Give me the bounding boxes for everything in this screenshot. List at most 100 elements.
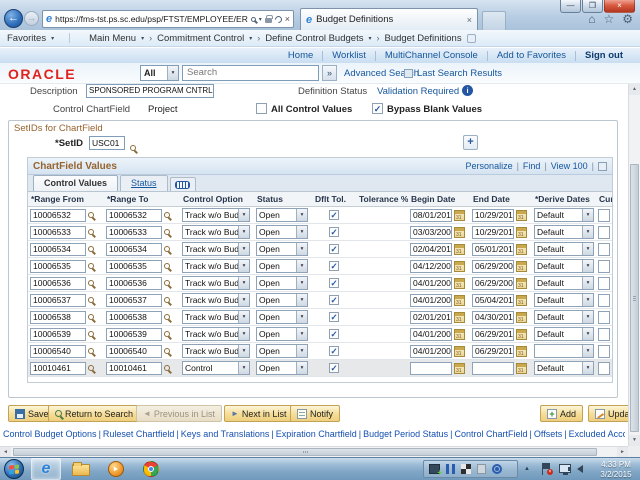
next-in-list-button[interactable]: ► Next in List (224, 405, 293, 422)
calendar-icon[interactable] (454, 329, 465, 340)
status-select[interactable]: Open▾ (256, 259, 308, 273)
status-select[interactable]: Open▾ (256, 327, 308, 341)
calendar-icon[interactable] (454, 295, 465, 306)
refresh-icon[interactable] (273, 14, 283, 24)
vertical-scroll-thumb[interactable] (630, 164, 639, 432)
calendar-icon[interactable] (516, 312, 527, 323)
chevron-down-icon[interactable]: ▾ (259, 16, 262, 23)
derive-dates-select[interactable]: Default▾ (534, 225, 594, 239)
range-to-input[interactable]: 10006540 (106, 345, 162, 358)
tab-control-values[interactable]: Control Values (33, 175, 118, 191)
breadcrumb-main-menu[interactable]: Main Menu (89, 33, 136, 44)
derive-dates-select[interactable]: Default▾ (534, 293, 594, 307)
derive-dates-select[interactable]: Default▾ (534, 242, 594, 256)
calendar-icon[interactable] (454, 210, 465, 221)
browser-tab[interactable]: e Budget Definitions × (300, 8, 478, 30)
back-button[interactable]: ← (4, 9, 23, 28)
last-search-results-link[interactable]: Last Search Results (417, 68, 502, 79)
cumulative-input[interactable] (598, 345, 610, 358)
scroll-down-icon[interactable]: ▼ (629, 435, 640, 446)
range-from-input[interactable]: 10006533 (30, 226, 86, 239)
download-grid-icon[interactable] (598, 162, 607, 171)
begin-date-input[interactable]: 04/12/2006 (410, 260, 452, 273)
start-button[interactable] (4, 459, 24, 479)
lookup-icon[interactable] (88, 280, 94, 286)
chevron-down-icon[interactable]: ▾ (582, 294, 593, 306)
setid-input[interactable]: USC01 (89, 136, 125, 150)
dflt-tol-checkbox[interactable]: ✓ (329, 227, 339, 237)
bypass-blank-values-checkbox[interactable]: ✓ (372, 103, 383, 114)
calendar-icon[interactable] (454, 227, 465, 238)
update-display-button[interactable]: Update/Disp (588, 405, 628, 422)
chevron-down-icon[interactable]: ▾ (296, 345, 307, 357)
chevron-down-icon[interactable]: ▾ (167, 66, 178, 80)
dflt-tol-checkbox[interactable]: ✓ (329, 312, 339, 322)
calendar-icon[interactable] (454, 244, 465, 255)
all-control-values-checkbox[interactable] (256, 103, 267, 114)
favorites-menu[interactable]: Favorites (7, 33, 46, 44)
begin-date-input[interactable] (410, 362, 452, 375)
range-to-input[interactable]: 10006536 (106, 277, 162, 290)
chevron-down-icon[interactable]: ▾ (582, 209, 593, 221)
begin-date-input[interactable]: 08/01/2011 (410, 209, 452, 222)
calendar-icon[interactable] (516, 244, 527, 255)
taskbar-clock[interactable]: 4:33 PM 3/2/2015 (593, 460, 639, 480)
cumulative-input[interactable] (598, 209, 610, 222)
control-option-select[interactable]: Track w/o Budg▾ (182, 276, 250, 290)
lookup-icon[interactable] (88, 229, 94, 235)
chevron-down-icon[interactable]: ▾ (238, 226, 249, 238)
lookup-icon[interactable] (164, 229, 170, 235)
address-bar[interactable]: e https://fms-tst.ps.sc.edu/psp/FTST/EMP… (42, 10, 294, 28)
end-date-input[interactable]: 10/29/2011 (472, 226, 514, 239)
horizontal-scrollbar[interactable]: ◄ ► (0, 446, 628, 457)
dflt-tol-checkbox[interactable]: ✓ (329, 346, 339, 356)
horizontal-scroll-thumb[interactable] (13, 448, 597, 456)
dflt-tol-checkbox[interactable]: ✓ (329, 261, 339, 271)
cumulative-input[interactable] (598, 294, 610, 307)
control-option-select[interactable]: Track w/o Budg▾ (182, 208, 250, 222)
find-link[interactable]: Find (523, 161, 541, 171)
begin-date-input[interactable]: 02/04/2011 (410, 243, 452, 256)
calendar-icon[interactable] (454, 363, 465, 374)
status-select[interactable]: Open▾ (256, 225, 308, 239)
chevron-down-icon[interactable]: ▾ (296, 260, 307, 272)
range-to-input[interactable]: 10006538 (106, 311, 162, 324)
control-option-select[interactable]: Track w/o Budg▾ (182, 327, 250, 341)
range-to-input[interactable]: 10006539 (106, 328, 162, 341)
view-100-link[interactable]: View 100 (551, 161, 588, 171)
home-link[interactable]: Home (279, 51, 323, 61)
search-input[interactable]: Search (182, 65, 319, 81)
chevron-down-icon[interactable]: ▾ (296, 277, 307, 289)
show-hidden-icons[interactable]: ▲ (524, 466, 530, 472)
begin-date-input[interactable]: 02/01/2013 (410, 311, 452, 324)
begin-date-input[interactable]: 04/01/2008 (410, 294, 452, 307)
range-to-input[interactable]: 10006534 (106, 243, 162, 256)
add-to-favorites-link[interactable]: Add to Favorites (488, 51, 576, 61)
cumulative-input[interactable] (598, 277, 610, 290)
lookup-icon[interactable] (88, 246, 94, 252)
calendar-icon[interactable] (516, 261, 527, 272)
cumulative-input[interactable] (598, 328, 610, 341)
chevron-down-icon[interactable]: ▾ (296, 362, 307, 374)
calendar-icon[interactable] (516, 363, 527, 374)
begin-date-input[interactable]: 04/01/2007 (410, 277, 452, 290)
end-date-input[interactable] (472, 362, 514, 375)
chevron-down-icon[interactable]: ▾ (238, 362, 249, 374)
derive-dates-select[interactable]: Default▾ (534, 276, 594, 290)
derive-dates-select[interactable]: ▾ (534, 344, 594, 358)
end-date-input[interactable]: 05/01/2013 (472, 243, 514, 256)
calendar-icon[interactable] (516, 295, 527, 306)
forward-button[interactable]: → (24, 11, 39, 26)
taskbar-chrome-button[interactable] (136, 458, 166, 480)
range-from-input[interactable]: 10006540 (30, 345, 86, 358)
range-from-input[interactable]: 10006534 (30, 243, 86, 256)
related-link[interactable]: Ruleset Chartfield (103, 429, 175, 439)
control-option-select[interactable]: Track w/o Budg▾ (182, 310, 250, 324)
range-from-input[interactable]: 10006535 (30, 260, 86, 273)
end-date-input[interactable]: 04/30/2016 (472, 311, 514, 324)
range-from-input[interactable]: 10006538 (30, 311, 86, 324)
taskbar-media-player-button[interactable]: ► (101, 458, 131, 480)
chevron-down-icon[interactable]: ▾ (238, 260, 249, 272)
chevron-down-icon[interactable]: ▾ (296, 226, 307, 238)
end-date-input[interactable]: 10/29/2015 (472, 209, 514, 222)
